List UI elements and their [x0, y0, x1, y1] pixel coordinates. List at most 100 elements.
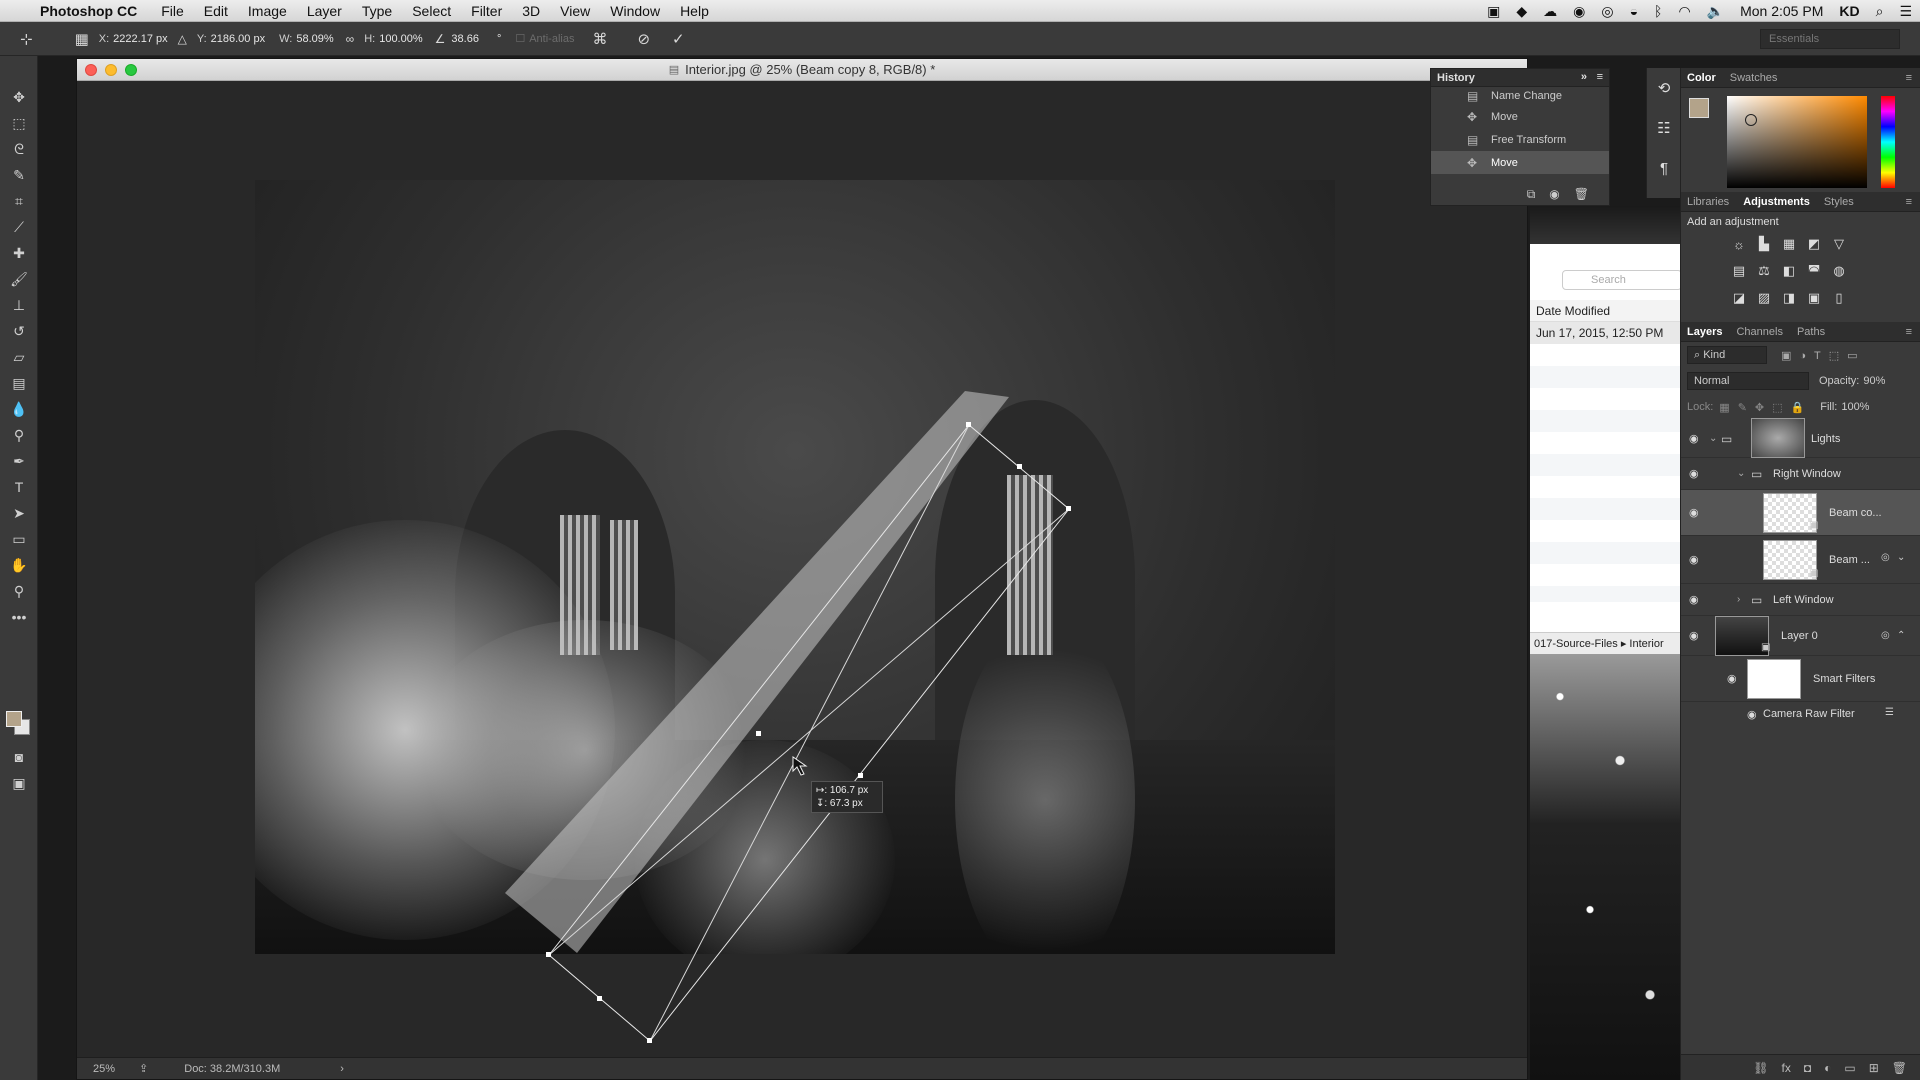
- color-panel-menu-icon[interactable]: ≡: [1906, 72, 1912, 84]
- warp-mode-icon[interactable]: ⌘: [592, 30, 607, 48]
- layer-name[interactable]: Lights: [1811, 433, 1840, 445]
- link-layers-icon[interactable]: ⛓: [1753, 1061, 1768, 1075]
- finder-search-field[interactable]: Search: [1562, 270, 1682, 290]
- menu-3d[interactable]: 3D: [522, 3, 540, 19]
- angle-field[interactable]: 38.66 °: [451, 33, 501, 45]
- type-tool-icon[interactable]: T: [0, 474, 38, 500]
- pen-tool-icon[interactable]: ✒: [0, 448, 38, 474]
- eyedropper-tool-icon[interactable]: ⟋: [0, 214, 38, 240]
- minimize-window-icon[interactable]: [105, 64, 117, 76]
- tab-styles[interactable]: Styles: [1824, 196, 1854, 208]
- marquee-tool-icon[interactable]: ⬚: [0, 110, 38, 136]
- tab-color[interactable]: Color: [1687, 72, 1716, 84]
- tab-libraries[interactable]: Libraries: [1687, 196, 1729, 208]
- tab-swatches[interactable]: Swatches: [1730, 72, 1778, 84]
- new-group-icon[interactable]: ▭: [1844, 1061, 1855, 1075]
- rectangle-tool-icon[interactable]: ▭: [0, 526, 38, 552]
- cloud-icon[interactable]: ☁: [1543, 3, 1557, 20]
- color-picker-cursor[interactable]: [1745, 114, 1757, 126]
- finder-row-date[interactable]: Jun 17, 2015, 12:50 PM: [1530, 322, 1680, 344]
- collapse-panel-icon[interactable]: »: [1581, 71, 1587, 83]
- transform-handle-left[interactable]: [756, 731, 761, 736]
- add-mask-icon[interactable]: ◘: [1804, 1061, 1811, 1075]
- healing-brush-tool-icon[interactable]: ✚: [0, 240, 38, 266]
- history-panel-header[interactable]: History » ≡: [1431, 69, 1609, 87]
- move-tool-icon[interactable]: ✥: [0, 84, 38, 110]
- cancel-transform-icon[interactable]: ⊘: [637, 30, 650, 48]
- blend-mode-select[interactable]: Normal: [1687, 372, 1809, 390]
- gradient-map-icon[interactable]: ▯: [1827, 286, 1851, 310]
- visibility-eye-icon[interactable]: ◉: [1689, 467, 1699, 480]
- link-icon[interactable]: ∞: [346, 32, 355, 46]
- lasso-tool-icon[interactable]: ᘓ: [0, 136, 38, 162]
- expand-chevron-icon[interactable]: ⌄: [1709, 433, 1717, 444]
- brush-tool-icon[interactable]: 🖌: [0, 266, 38, 292]
- properties-panel-icon[interactable]: ☷: [1647, 108, 1681, 148]
- curves-icon[interactable]: ▦: [1777, 232, 1801, 256]
- creative-cloud-icon[interactable]: ◎: [1601, 3, 1613, 20]
- expand-chevron-icon[interactable]: ⌄: [1737, 468, 1745, 479]
- exposure-icon[interactable]: ◩: [1802, 232, 1826, 256]
- quick-selection-tool-icon[interactable]: ✎: [0, 162, 38, 188]
- history-item[interactable]: ▤ Free Transform: [1431, 128, 1609, 151]
- chrome-icon[interactable]: ◉: [1573, 3, 1585, 20]
- character-panel-icon[interactable]: ¶: [1647, 148, 1681, 188]
- tab-layers[interactable]: Layers: [1687, 326, 1722, 338]
- eraser-tool-icon[interactable]: ▱: [0, 344, 38, 370]
- menu-select[interactable]: Select: [412, 3, 451, 19]
- reference-point-icon[interactable]: ▦: [75, 30, 89, 48]
- visibility-eye-icon[interactable]: ◉: [1689, 506, 1699, 519]
- new-layer-icon[interactable]: ⊞: [1869, 1061, 1879, 1075]
- layer-kind-filter[interactable]: ⌕ Kind: [1687, 346, 1767, 364]
- zoom-window-icon[interactable]: [125, 64, 137, 76]
- tab-adjustments[interactable]: Adjustments: [1743, 196, 1810, 208]
- history-item-selected[interactable]: ✥ Move: [1431, 151, 1609, 174]
- clone-stamp-tool-icon[interactable]: ⊥: [0, 292, 38, 318]
- layer-row[interactable]: ◉ ▣ Beam ... ◎ ⌄: [1681, 536, 1920, 584]
- path-item-folder[interactable]: 017-Source-Files: [1534, 638, 1618, 650]
- history-item[interactable]: ✥ Move: [1431, 105, 1609, 128]
- layer-name[interactable]: Left Window: [1773, 594, 1834, 606]
- black-white-icon[interactable]: ◧: [1777, 259, 1801, 283]
- history-panel-icon[interactable]: ⟲: [1647, 68, 1681, 108]
- photo-filter-icon[interactable]: ◚: [1802, 259, 1826, 283]
- toolbar-grip[interactable]: [0, 56, 37, 84]
- transform-handle-right[interactable]: [858, 773, 863, 778]
- hue-saturation-icon[interactable]: ▤: [1727, 259, 1751, 283]
- opacity-value[interactable]: 90%: [1863, 375, 1885, 387]
- fill-value[interactable]: 100%: [1841, 401, 1869, 413]
- canvas-area[interactable]: ↦: 106.7 px ↧: 67.3 px: [77, 81, 1527, 1057]
- status-menu-arrow-icon[interactable]: ›: [340, 1063, 344, 1075]
- color-balance-icon[interactable]: ⚖: [1752, 259, 1776, 283]
- y-value[interactable]: 2186.00 px: [211, 33, 265, 45]
- snapshot-icon[interactable]: ◉: [1549, 187, 1559, 201]
- antialias-option[interactable]: ☐ Anti-alias: [515, 32, 574, 46]
- date-modified-header[interactable]: Date Modified: [1530, 300, 1680, 322]
- layer-name[interactable]: Beam ...: [1829, 554, 1870, 566]
- visibility-eye-icon[interactable]: ◉: [1689, 432, 1699, 445]
- x-value[interactable]: 2222.17 px: [113, 33, 167, 45]
- dropbox-icon[interactable]: ◆: [1516, 3, 1527, 20]
- brightness-contrast-icon[interactable]: ☼: [1727, 232, 1751, 256]
- layer-row-group[interactable]: ◉ ⌄ ▭ Right Window: [1681, 458, 1920, 490]
- filter-icons[interactable]: ▣◑T⬚▭: [1781, 349, 1866, 362]
- layer-row-group[interactable]: ◉ › ▭ Left Window: [1681, 584, 1920, 616]
- commit-transform-icon[interactable]: ✓: [672, 30, 685, 48]
- invert-icon[interactable]: ◪: [1727, 286, 1751, 310]
- menu-window[interactable]: Window: [610, 3, 660, 19]
- menu-filter[interactable]: Filter: [471, 3, 502, 19]
- visibility-eye-icon[interactable]: ◉: [1689, 553, 1699, 566]
- hue-slider[interactable]: [1881, 96, 1895, 188]
- visibility-eye-icon[interactable]: ◉: [1689, 593, 1699, 606]
- layers-panel-menu-icon[interactable]: ≡: [1906, 326, 1912, 338]
- menu-view[interactable]: View: [560, 3, 590, 19]
- adjustments-panel-menu-icon[interactable]: ≡: [1906, 196, 1912, 208]
- layer-name[interactable]: Layer 0: [1781, 630, 1818, 642]
- document-titlebar[interactable]: ▤ Interior.jpg @ 25% (Beam copy 8, RGB/8…: [77, 59, 1527, 81]
- smart-filters-row[interactable]: ◉ Smart Filters: [1681, 656, 1920, 702]
- vibrance-icon[interactable]: ▽: [1827, 232, 1851, 256]
- visibility-eye-icon[interactable]: ◉: [1727, 672, 1737, 685]
- menu-type[interactable]: Type: [362, 3, 392, 19]
- free-transform-overlay[interactable]: [77, 81, 1527, 1057]
- transform-handle-bottom-left[interactable]: [546, 952, 551, 957]
